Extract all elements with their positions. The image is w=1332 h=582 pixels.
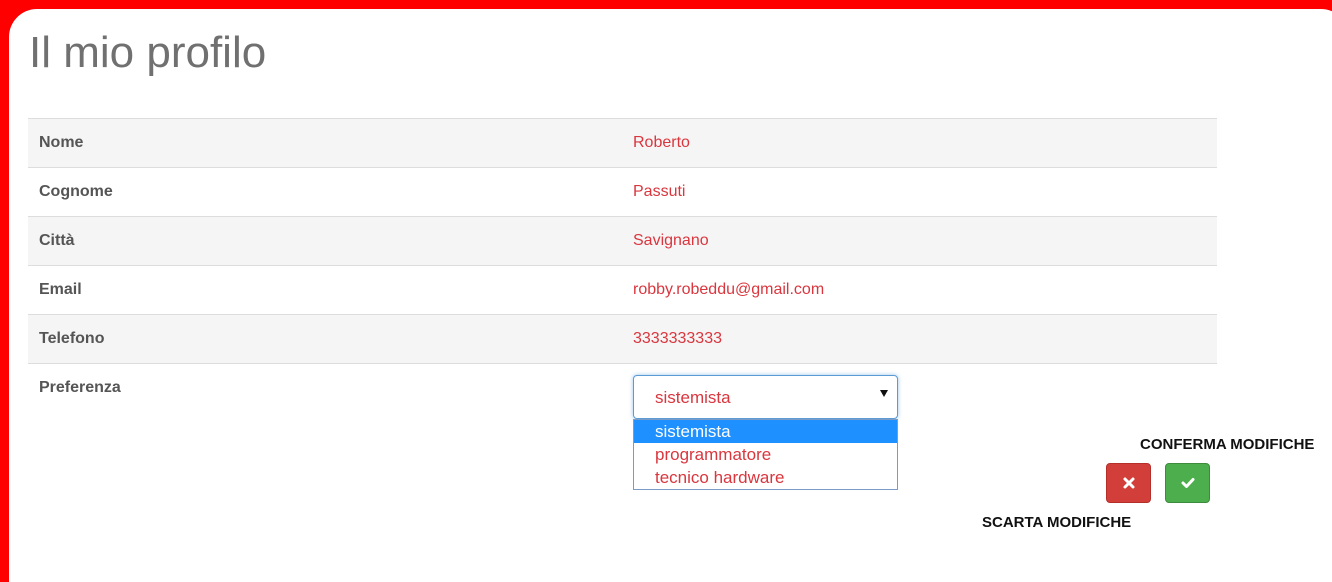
- dropdown-option-tecnico-hardware[interactable]: tecnico hardware: [634, 466, 897, 489]
- row-value-telefono: 3333333333: [633, 330, 722, 347]
- profile-table: Nome Roberto Cognome Passuti Città Savig…: [28, 118, 1217, 423]
- row-label-preferenza: Preferenza: [39, 379, 121, 396]
- row-value-citta: Savignano: [633, 232, 709, 249]
- table-row: Città Savignano: [28, 216, 1217, 265]
- confirm-changes-button[interactable]: [1165, 463, 1210, 503]
- row-value-email: robby.robeddu@gmail.com: [633, 281, 825, 298]
- dropdown-option-sistemista[interactable]: sistemista: [634, 420, 897, 443]
- row-label-telefono: Telefono: [39, 330, 105, 347]
- table-row: Nome Roberto: [28, 118, 1217, 167]
- row-value-nome: Roberto: [633, 134, 690, 151]
- table-row: Preferenza sistemista: [28, 363, 1217, 423]
- confirm-changes-label: CONFERMA MODIFICHE: [1140, 436, 1315, 453]
- preference-select-value: sistemista: [655, 388, 731, 407]
- row-label-citta: Città: [39, 232, 75, 249]
- discard-changes-button[interactable]: [1106, 463, 1151, 503]
- table-row: Email robby.robeddu@gmail.com: [28, 265, 1217, 314]
- caret-down-icon: [880, 390, 888, 397]
- table-row: Cognome Passuti: [28, 167, 1217, 216]
- row-label-cognome: Cognome: [39, 183, 113, 200]
- preference-dropdown: sistemista programmatore tecnico hardwar…: [633, 419, 898, 490]
- page-title: Il mio profilo: [29, 28, 267, 77]
- preference-select[interactable]: sistemista: [633, 375, 898, 419]
- table-row: Telefono 3333333333: [28, 314, 1217, 363]
- dropdown-option-programmatore[interactable]: programmatore: [634, 443, 897, 466]
- close-icon: [1123, 477, 1134, 489]
- row-label-email: Email: [39, 281, 82, 298]
- discard-changes-label: SCARTA MODIFICHE: [982, 514, 1132, 531]
- row-value-cognome: Passuti: [633, 183, 686, 200]
- check-icon: [1181, 478, 1194, 488]
- row-label-nome: Nome: [39, 134, 84, 151]
